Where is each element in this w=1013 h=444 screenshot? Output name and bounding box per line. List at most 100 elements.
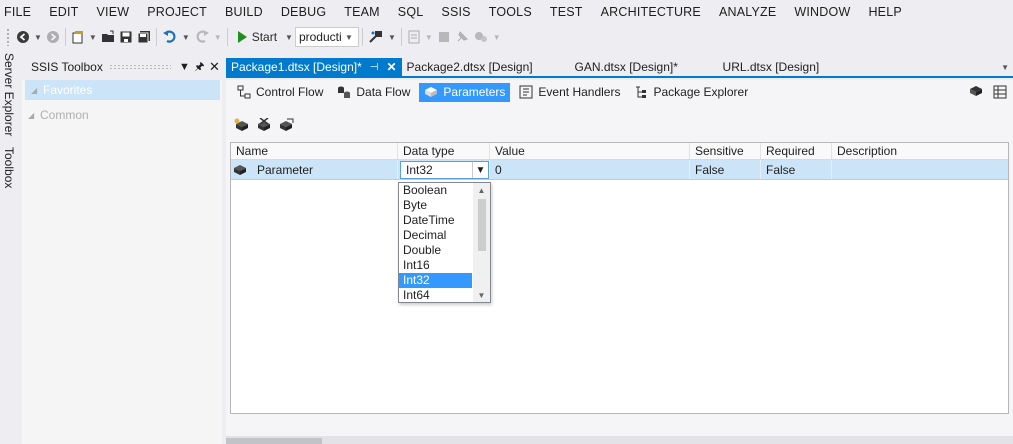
grid-view-icon[interactable] bbox=[993, 85, 1007, 99]
configuration-value: producti bbox=[298, 30, 342, 44]
data-type-combo[interactable]: Int32 ▼ bbox=[400, 161, 489, 179]
cell-sensitive[interactable]: False bbox=[690, 160, 761, 179]
chevron-down-icon[interactable]: ▼ bbox=[472, 162, 488, 178]
menu-project[interactable]: PROJECT bbox=[138, 5, 216, 19]
tab-package-explorer[interactable]: Package Explorer bbox=[629, 83, 753, 102]
tab-event-handlers[interactable]: Event Handlers bbox=[514, 83, 625, 102]
scroll-thumb[interactable] bbox=[226, 438, 322, 444]
menu-ssis[interactable]: SSIS bbox=[432, 5, 479, 19]
scroll-down-icon[interactable]: ▼ bbox=[473, 288, 490, 302]
start-dropdown-icon[interactable]: ▼ bbox=[285, 33, 293, 42]
menu-window[interactable]: WINDOW bbox=[785, 5, 859, 19]
menu-help[interactable]: HELP bbox=[859, 5, 910, 19]
data-type-option[interactable]: Decimal bbox=[399, 228, 472, 243]
column-header-sensitive[interactable]: Sensitive bbox=[690, 143, 761, 159]
data-type-option[interactable]: Boolean bbox=[399, 183, 472, 198]
delete-parameter-icon[interactable] bbox=[256, 118, 272, 132]
table-row[interactable]: Parameter Int32 ▼ 0 False False bbox=[231, 160, 1008, 180]
back-dropdown-icon[interactable]: ▼ bbox=[34, 33, 42, 42]
column-header-value[interactable]: Value bbox=[490, 143, 690, 159]
tab-package2[interactable]: Package2.dtsx [Design] bbox=[402, 58, 570, 76]
menu-analyze[interactable]: ANALYZE bbox=[710, 5, 785, 19]
data-type-option[interactable]: Double bbox=[399, 243, 472, 258]
toolbox-tab[interactable]: Toolbox bbox=[0, 144, 18, 192]
tab-label: Data Flow bbox=[356, 85, 411, 99]
back-icon[interactable] bbox=[16, 27, 30, 47]
title-grip bbox=[108, 64, 171, 70]
parameter-icon bbox=[234, 164, 246, 175]
dropdown-scrollbar[interactable]: ▲ ▼ bbox=[473, 183, 490, 302]
new-dropdown-icon[interactable]: ▼ bbox=[89, 33, 97, 42]
undo-dropdown-icon[interactable]: ▼ bbox=[182, 33, 190, 42]
add-parameter-icon[interactable] bbox=[234, 118, 250, 132]
tab-data-flow[interactable]: Data Flow bbox=[332, 83, 415, 102]
data-type-dropdown-list: Boolean Byte DateTime Decimal Double Int16 Int… bbox=[398, 182, 491, 303]
undo-icon[interactable] bbox=[162, 27, 178, 47]
solution-configuration-combo[interactable]: producti ▼ bbox=[294, 27, 359, 47]
chevron-down-icon[interactable]: ▼ bbox=[177, 61, 192, 73]
scroll-up-icon[interactable]: ▲ bbox=[473, 183, 490, 197]
toolbox-title: SSIS Toolbox bbox=[31, 60, 103, 74]
toolbar-separator bbox=[64, 28, 66, 46]
close-icon[interactable]: ✕ bbox=[386, 60, 396, 74]
cell-value[interactable]: 0 bbox=[490, 160, 690, 179]
menu-edit[interactable]: EDIT bbox=[40, 5, 87, 19]
redo-dropdown-icon: ▼ bbox=[213, 32, 222, 42]
menu-sql[interactable]: SQL bbox=[389, 5, 433, 19]
column-header-name[interactable]: Name bbox=[231, 143, 398, 159]
menu-team[interactable]: TEAM bbox=[335, 5, 389, 19]
menu-build[interactable]: BUILD bbox=[216, 5, 272, 19]
close-icon[interactable]: ✕ bbox=[207, 59, 222, 75]
toolbox-group-favorites[interactable]: ◢ Favorites bbox=[25, 80, 220, 100]
tab-control-flow[interactable]: Control Flow bbox=[232, 83, 328, 102]
data-type-option[interactable]: Int64 bbox=[399, 288, 472, 302]
horizontal-scrollbar[interactable] bbox=[226, 436, 1013, 444]
tab-gan[interactable]: GAN.dtsx [Design]* bbox=[570, 58, 718, 76]
pin-icon[interactable]: 🖈 bbox=[192, 58, 207, 77]
server-explorer-tab[interactable]: Server Explorer bbox=[0, 53, 18, 136]
parameters-toolbar bbox=[226, 114, 1013, 136]
column-header-data-type[interactable]: Data type bbox=[398, 143, 490, 159]
cell-name[interactable]: Parameter bbox=[231, 160, 398, 179]
data-type-option[interactable]: Byte bbox=[399, 198, 472, 213]
attach-dropdown-icon[interactable]: ▼ bbox=[388, 33, 396, 42]
standard-toolbar: ▼ ▼ ▼ ▼ Start ▼ producti ▼ ▼ ▼ ▼ bbox=[0, 24, 1013, 50]
menu-tools[interactable]: TOOLS bbox=[480, 5, 541, 19]
save-icon[interactable] bbox=[119, 27, 133, 47]
toolbox-group-common[interactable]: ◢ Common bbox=[22, 105, 222, 125]
add-to-configurations-icon[interactable] bbox=[278, 118, 294, 132]
side-tab-rail: Server Explorer Toolbox bbox=[0, 53, 18, 444]
tab-package1[interactable]: Package1.dtsx [Design]* ⊣ ✕ bbox=[226, 58, 402, 76]
new-project-icon[interactable] bbox=[71, 27, 85, 47]
open-icon[interactable] bbox=[101, 27, 115, 47]
parameters-icon bbox=[425, 87, 438, 97]
save-all-icon[interactable] bbox=[137, 27, 151, 47]
menu-test[interactable]: TEST bbox=[541, 5, 592, 19]
scroll-thumb[interactable] bbox=[478, 199, 486, 251]
pin-icon bbox=[455, 27, 469, 47]
tab-parameters[interactable]: Parameters bbox=[419, 82, 511, 102]
column-header-required[interactable]: Required bbox=[761, 143, 832, 159]
tab-url[interactable]: URL.dtsx [Design] bbox=[718, 58, 825, 76]
menu-architecture[interactable]: ARCHITECTURE bbox=[592, 5, 710, 19]
menu-view[interactable]: VIEW bbox=[87, 5, 138, 19]
group-label: Favorites bbox=[43, 83, 93, 97]
column-header-description[interactable]: Description bbox=[832, 143, 1008, 159]
cell-required[interactable]: False bbox=[761, 160, 832, 179]
toolbar-grip[interactable] bbox=[6, 28, 10, 46]
menu-debug[interactable]: DEBUG bbox=[272, 5, 335, 19]
tab-label: Parameters bbox=[443, 85, 506, 99]
start-button[interactable]: Start bbox=[233, 27, 281, 47]
parameterize-icon[interactable] bbox=[969, 85, 983, 97]
toolbox-title-bar[interactable]: SSIS Toolbox ▼ 🖈 ✕ bbox=[22, 54, 222, 80]
pin-icon[interactable]: ⊣ bbox=[370, 62, 379, 73]
data-type-option[interactable]: DateTime bbox=[399, 213, 472, 228]
data-type-option[interactable]: Int16 bbox=[399, 258, 472, 273]
breakpoint-icon bbox=[437, 27, 451, 47]
attach-icon[interactable] bbox=[368, 27, 384, 47]
menu-file[interactable]: FILE bbox=[0, 5, 40, 19]
data-type-option[interactable]: Int32 bbox=[399, 273, 472, 288]
expand-triangle-icon: ◢ bbox=[28, 110, 35, 120]
cell-description[interactable] bbox=[832, 160, 1008, 179]
chevron-down-icon[interactable]: ▼ bbox=[1001, 58, 1013, 76]
